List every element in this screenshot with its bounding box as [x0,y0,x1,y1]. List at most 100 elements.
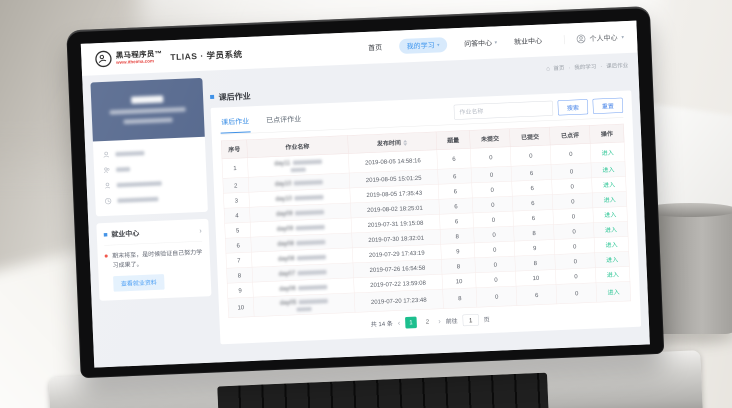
action-cell: 进入 [590,142,625,163]
tab-reviewed[interactable]: 已点评作业 [265,113,303,131]
search-button[interactable]: 搜索 [558,99,589,115]
nav-item-my-learning[interactable]: 我的学习 ▾ [399,37,448,54]
photo-scene: 黑马程序员™ www.itheima.com TLIAS · 学员系统 首页 我… [0,0,732,408]
submitted-cell: 6 [513,209,554,226]
col-question-count: 题量 [436,130,470,149]
action-cell: 进入 [593,206,627,222]
jobs-card-header[interactable]: 就业中心 › [104,225,202,239]
enter-link[interactable]: 进入 [607,271,619,278]
enter-link[interactable]: 进入 [606,256,618,263]
chevron-down-icon: ▾ [494,40,497,46]
user-avatar-icon [576,34,585,43]
row-index-cell: 2 [223,177,249,193]
enter-link[interactable]: 进入 [604,211,616,218]
enter-link[interactable]: 进入 [605,241,617,248]
blurred-assignment-name [299,299,328,305]
submitted-cell: 6 [512,180,553,197]
view-jobs-material-button[interactable]: 查看就业资料 [113,274,165,292]
question-count-cell: 6 [438,183,472,199]
user-menu-label: 个人中心 [589,32,617,43]
submitted-cell: 9 [514,239,555,256]
reviewed-cell: 0 [552,178,593,195]
content-area: 就业中心 › 期末将至，是时候验证自己努力学习成果了。 查看就业资料 [82,53,650,368]
action-cell: 进入 [591,161,625,177]
blue-square-bullet [210,95,214,99]
row-index-cell: 6 [225,237,251,253]
nav-item-home[interactable]: 首页 [368,42,382,53]
profile-detail-list [93,137,208,217]
enter-link[interactable]: 进入 [607,288,619,295]
page-button-1[interactable]: 1 [405,317,417,329]
not-submitted-cell: 0 [472,181,513,198]
assignment-name-prefix: day08 [277,239,294,247]
jobs-card-title: 就业中心 [111,228,139,239]
row-index-cell: 9 [227,282,253,298]
not-submitted-cell: 0 [471,166,512,183]
laptop: 黑马程序员™ www.itheima.com TLIAS · 学员系统 首页 我… [47,0,689,408]
page-title: 课后作业 [218,89,250,102]
jobs-message: 期末将至，是时候验证自己努力学习成果了。 [112,247,203,269]
browser-viewport: 黑马程序员™ www.itheima.com TLIAS · 学员系统 首页 我… [81,21,650,368]
search-group: 搜索 重置 [454,98,624,125]
reviewed-cell: 0 [556,283,597,304]
submitted-cell: 6 [511,165,552,182]
submitted-cell: 6 [516,284,557,305]
submitted-cell: 6 [512,195,553,212]
breadcrumb-my-learning[interactable]: 我的学习 [574,64,596,71]
sort-icon[interactable] [403,140,407,146]
enter-link[interactable]: 进入 [603,181,615,188]
enter-link[interactable]: 进入 [602,166,614,173]
submitted-cell: 8 [515,254,556,271]
nav-item-qa-center[interactable]: 问答中心 ▾ [464,37,497,48]
action-cell: 进入 [596,266,630,282]
blurred-assignment-name [294,180,323,186]
row-index-cell: 5 [225,222,251,238]
not-submitted-cell: 0 [473,211,514,228]
divider [104,241,202,246]
search-input[interactable] [454,101,554,120]
tab-homework[interactable]: 课后作业 [220,115,251,134]
question-count-cell: 6 [437,148,471,169]
action-cell: 进入 [596,281,631,302]
reviewed-cell: 0 [554,223,595,240]
next-page-button[interactable]: › [438,318,441,326]
jobs-message-row: 期末将至，是时候验证自己努力学习成果了。 [105,247,204,270]
blurred-class-dates [124,118,173,125]
action-cell: 进入 [595,251,629,267]
breadcrumb-home[interactable]: 首页 [553,65,564,71]
prev-page-button[interactable]: ‹ [398,319,401,327]
assignment-name-cell: day05 [253,293,355,317]
laptop-keyboard [217,373,549,408]
blurred-assignment-name [297,255,326,261]
id-card-icon [104,182,112,190]
enter-link[interactable]: 进入 [602,149,614,156]
publish-time-cell: 2019-07-20 17:23:48 [354,289,443,312]
user-icon [102,151,110,159]
nav-item-jobs-center[interactable]: 就业中心 [514,36,542,47]
profile-header [90,78,204,142]
user-menu[interactable]: 个人中心 ▾ [564,32,624,45]
row-index-cell: 10 [228,297,254,318]
question-count-cell: 8 [441,258,475,274]
question-count-cell: 8 [443,288,477,309]
assignment-name-prefix: day09 [277,224,294,232]
blurred-assignment-name-line2 [291,168,306,173]
blue-square-bullet [104,233,108,237]
main-column: ⌂ 首页 · 我的学习 · 课后作业 课后作业 [209,60,641,355]
goto-page-input[interactable] [462,314,478,326]
assignment-name-prefix: day07 [279,269,296,277]
chevron-right-icon: › [199,226,202,235]
assignments-table-body: 1 day11 2019-08-05 14:58:16 6 0 0 0 进入 2… [222,142,631,318]
col-reviewed: 已点评 [550,125,591,145]
assignment-name-prefix: day10 [275,194,292,202]
enter-link[interactable]: 进入 [604,196,616,203]
profile-row-schedule[interactable] [104,190,199,209]
assignment-name-prefix: day05 [280,299,297,307]
question-count-cell: 6 [439,198,473,214]
reset-button[interactable]: 重置 [593,98,624,114]
blurred-class-info [110,107,186,115]
enter-link[interactable]: 进入 [605,226,617,233]
not-submitted-cell: 0 [476,271,517,288]
page-button-2[interactable]: 2 [422,316,434,328]
clock-icon [104,197,112,205]
